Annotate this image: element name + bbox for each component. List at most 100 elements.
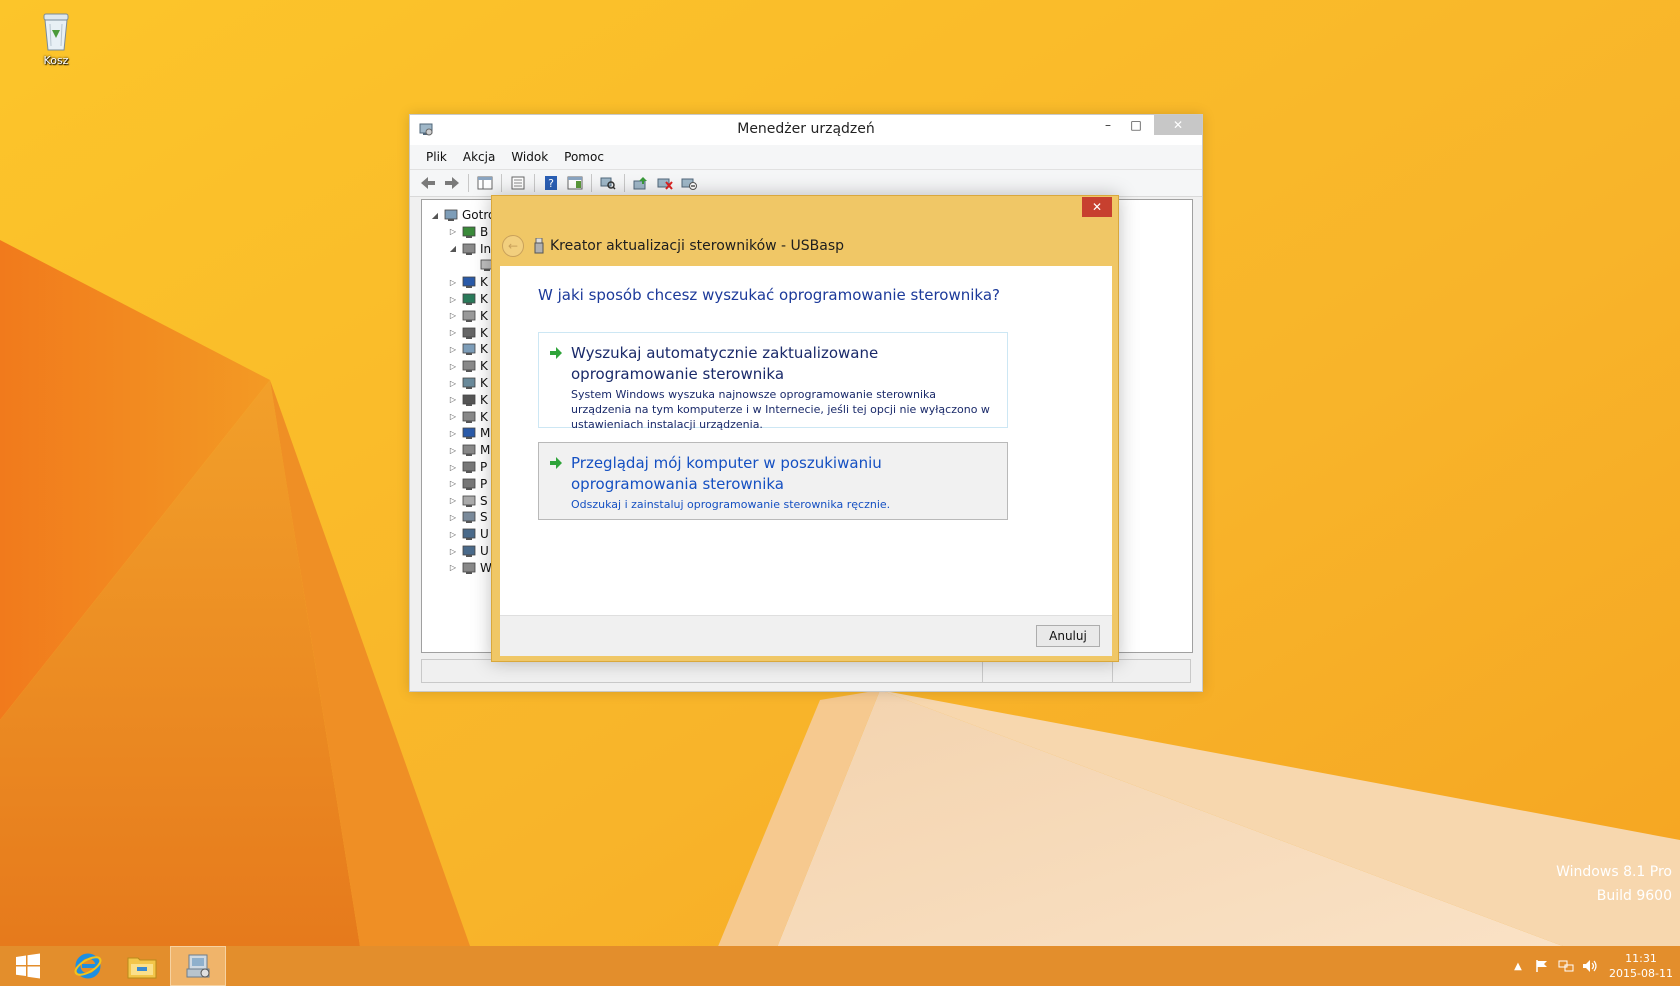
tree-node[interactable]: ▷ P (448, 475, 487, 493)
taskbar-device-manager[interactable] (170, 946, 226, 986)
tree-node[interactable]: ▷ S (448, 508, 488, 526)
action-center-flag-icon[interactable] (1532, 958, 1552, 974)
processor-icon (462, 478, 476, 490)
tree-node[interactable]: ▷ U (448, 542, 489, 560)
back-arrow-icon[interactable]: ← (502, 235, 524, 257)
disable-device-icon[interactable] (679, 174, 699, 192)
update-driver-wizard[interactable]: ✕ ← Kreator aktualizacji sterowników - U… (491, 195, 1119, 662)
tree-expander-icon[interactable]: ▷ (448, 513, 458, 522)
bluetooth-icon (462, 226, 476, 238)
processor-icon (462, 461, 476, 473)
taskbar-internet-explorer[interactable] (60, 946, 116, 986)
network-icon[interactable] (1556, 958, 1576, 974)
recycle-bin[interactable]: Kosz (30, 8, 82, 67)
update-driver-icon[interactable] (631, 174, 651, 192)
wizard-close-button[interactable]: ✕ (1082, 197, 1112, 217)
toolbar-separator (591, 174, 592, 192)
forward-icon[interactable] (442, 174, 462, 192)
menu-view[interactable]: Widok (503, 150, 556, 164)
internet-explorer-icon (74, 953, 102, 979)
tree-expander-icon[interactable]: ▷ (448, 429, 458, 438)
os-build-watermark: Build 9600 (1596, 888, 1672, 904)
tree-node[interactable]: ▷ K (448, 273, 488, 291)
tree-node[interactable]: ▷ W (448, 559, 492, 577)
storage-icon (462, 377, 476, 389)
tree-expander-icon[interactable]: ▷ (448, 395, 458, 404)
tree-expander-icon[interactable]: ▷ (448, 563, 458, 572)
clock[interactable]: 11:31 2015-08-11 (1602, 951, 1680, 981)
tree-node-label: P (480, 460, 488, 474)
tree-expander-icon[interactable]: ▷ (448, 345, 458, 354)
tree-node[interactable]: ▷ M (448, 441, 490, 459)
tree-node[interactable]: ▷ K (448, 391, 488, 409)
action-pane-icon[interactable] (565, 174, 585, 192)
tree-node-label: In (480, 241, 492, 256)
show-hidden-icons-icon[interactable]: ▲ (1508, 958, 1528, 974)
scan-hardware-icon[interactable] (598, 174, 618, 192)
tree-expander-icon[interactable]: ▷ (448, 479, 458, 488)
menu-file[interactable]: Plik (418, 150, 455, 164)
keyboard-icon (462, 310, 476, 322)
tree-node[interactable]: ◢ In (448, 240, 491, 258)
monitor-icon (462, 276, 476, 289)
tree-node[interactable]: ◢ Gotro (430, 206, 495, 224)
browse-computer-option[interactable]: Przeglądaj mój komputer w poszukiwaniu o… (538, 442, 1008, 520)
tree-node[interactable]: ▷ K (448, 307, 488, 325)
tree-expander-icon[interactable]: ▷ (448, 311, 458, 320)
uninstall-icon[interactable] (655, 174, 675, 192)
tree-expander-icon[interactable]: ▷ (448, 278, 458, 287)
tree-node[interactable]: ▷ K (448, 374, 488, 392)
maximize-button[interactable]: □ (1122, 115, 1150, 135)
cancel-button[interactable]: Anuluj (1036, 625, 1100, 647)
mouse-icon (462, 411, 476, 423)
option-description: Odszukaj i zainstaluj oprogramowanie ste… (571, 498, 891, 511)
tree-node[interactable]: ▷ M (448, 424, 490, 442)
tree-expander-icon[interactable]: ▷ (448, 379, 458, 388)
tree-expander-icon[interactable]: ◢ (448, 244, 458, 253)
tree-expander-icon[interactable]: ▷ (448, 463, 458, 472)
search-automatically-option[interactable]: Wyszukaj automatycznie zaktualizowane op… (538, 332, 1008, 431)
clock-time: 11:31 (1625, 952, 1657, 965)
tree-node[interactable]: ▷ P (448, 458, 487, 476)
tree-node-label: U (480, 544, 489, 558)
tree-node[interactable]: ▷ K (448, 408, 488, 426)
help-icon[interactable]: ? (541, 174, 561, 192)
tree-node[interactable]: ▷ K (448, 290, 488, 308)
properties-sheet-icon[interactable] (508, 174, 528, 192)
tree-node[interactable]: ▷ B (448, 223, 488, 241)
tree-expander-icon[interactable]: ▷ (448, 412, 458, 421)
close-button[interactable]: ✕ (1154, 115, 1202, 135)
tree-expander-icon[interactable]: ▷ (448, 227, 458, 236)
menu-action[interactable]: Akcja (455, 150, 503, 164)
audio-icon (462, 360, 476, 373)
start-button[interactable] (0, 946, 56, 986)
tree-node[interactable]: ▷ U (448, 525, 489, 543)
tree-expander-icon[interactable]: ▷ (448, 295, 458, 304)
tree-node-label: K (480, 376, 488, 390)
show-hide-console-tree-icon[interactable] (475, 174, 495, 192)
tree-expander-icon[interactable]: ▷ (448, 547, 458, 556)
tree-expander-icon[interactable]: ▷ (448, 446, 458, 455)
tree-expander-icon[interactable]: ▷ (448, 530, 458, 539)
tree-node[interactable]: ▷ S (448, 492, 488, 510)
toolbar-separator (501, 174, 502, 192)
tree-expander-icon[interactable]: ▷ (448, 362, 458, 371)
tree-node[interactable]: ▷ K (448, 340, 488, 358)
tree-node[interactable]: ▷ K (448, 324, 488, 342)
other-devices-icon (462, 243, 476, 255)
taskbar-file-explorer[interactable] (114, 946, 170, 986)
menu-help[interactable]: Pomoc (556, 150, 612, 164)
monitor-icon (462, 427, 476, 440)
tree-expander-icon[interactable]: ◢ (430, 211, 440, 220)
tree-node[interactable]: ▷ K (448, 357, 488, 375)
volume-icon[interactable] (1580, 958, 1600, 974)
status-bar-segment (982, 660, 983, 682)
tree-expander-icon[interactable]: ▷ (448, 496, 458, 505)
toolbar-separator (468, 174, 469, 192)
toolbar-separator (624, 174, 625, 192)
status-bar (421, 659, 1191, 683)
device-manager-titlebar[interactable]: Menedżer urządzeń – □ ✕ (410, 115, 1202, 145)
tree-expander-icon[interactable]: ▷ (448, 328, 458, 337)
back-icon[interactable] (418, 174, 438, 192)
minimize-button[interactable]: – (1094, 115, 1122, 135)
